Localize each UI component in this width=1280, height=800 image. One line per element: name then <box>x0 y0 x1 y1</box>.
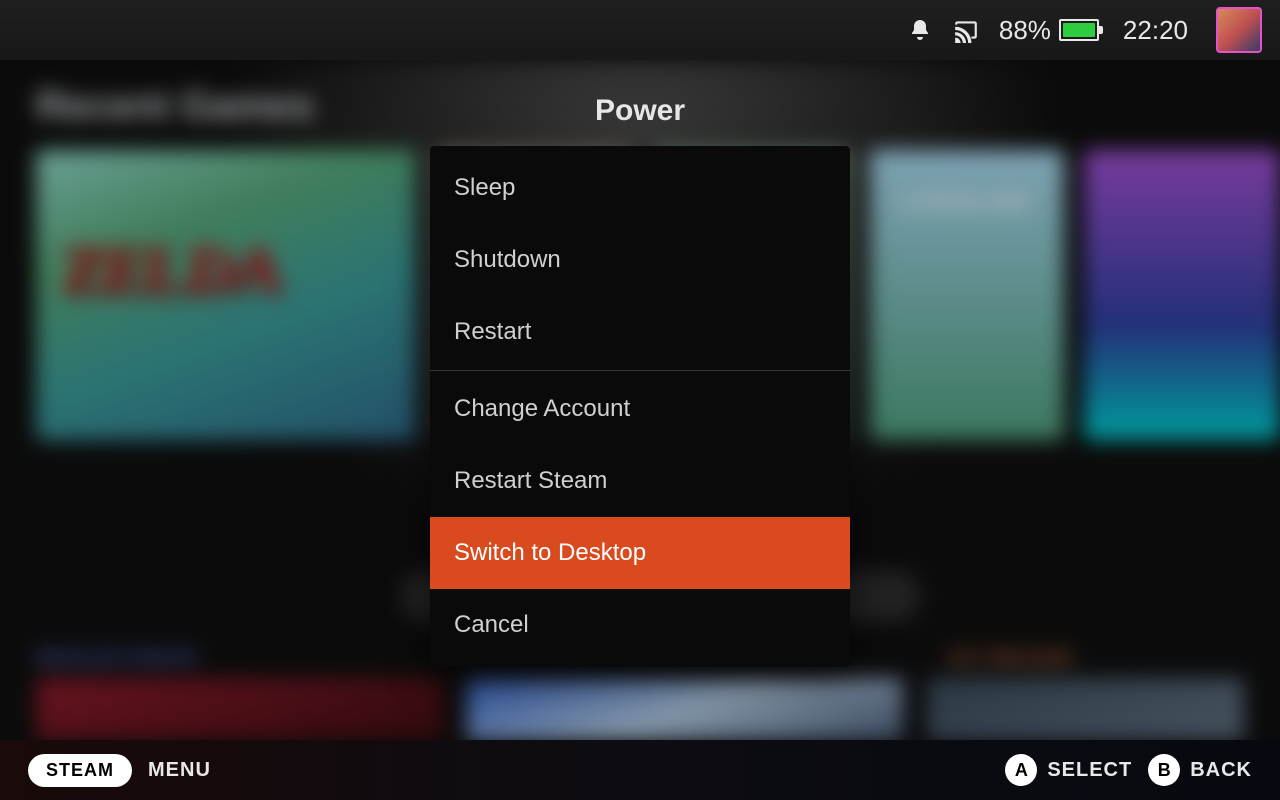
b-glyph-label: BACK <box>1190 759 1252 782</box>
a-button-hint: A SELECT <box>1005 754 1132 786</box>
b-button-hint: B BACK <box>1148 754 1252 786</box>
power-modal-title: Power <box>0 94 1280 128</box>
cast-icon[interactable] <box>953 17 979 43</box>
bell-icon[interactable] <box>907 17 933 43</box>
power-item-shutdown[interactable]: Shutdown <box>430 224 850 296</box>
power-item-restart[interactable]: Restart <box>430 296 850 368</box>
power-item-change-account[interactable]: Change Account <box>430 373 850 445</box>
steam-button[interactable]: STEAM <box>28 754 132 787</box>
a-glyph-label: SELECT <box>1047 759 1132 782</box>
status-bar: 88% 22:20 <box>0 0 1280 60</box>
power-item-restart-steam[interactable]: Restart Steam <box>430 445 850 517</box>
battery-fill <box>1063 23 1095 37</box>
power-menu: Sleep Shutdown Restart Change Account Re… <box>430 146 850 667</box>
menu-divider <box>430 370 850 371</box>
steam-menu-label: MENU <box>148 759 211 782</box>
power-item-sleep[interactable]: Sleep <box>430 152 850 224</box>
clock-label: 22:20 <box>1123 15 1188 46</box>
footer-bar: STEAM MENU A SELECT B BACK <box>0 740 1280 800</box>
battery-icon <box>1059 19 1099 41</box>
avatar[interactable] <box>1216 7 1262 53</box>
battery-status: 88% <box>999 15 1099 46</box>
footer-right-group: A SELECT B BACK <box>1005 754 1252 786</box>
footer-left-group: STEAM MENU <box>28 754 211 787</box>
power-item-switch-desktop[interactable]: Switch to Desktop <box>430 517 850 589</box>
b-glyph-icon: B <box>1148 754 1180 786</box>
a-glyph-icon: A <box>1005 754 1037 786</box>
power-item-cancel[interactable]: Cancel <box>430 589 850 661</box>
battery-percent-label: 88% <box>999 15 1051 46</box>
